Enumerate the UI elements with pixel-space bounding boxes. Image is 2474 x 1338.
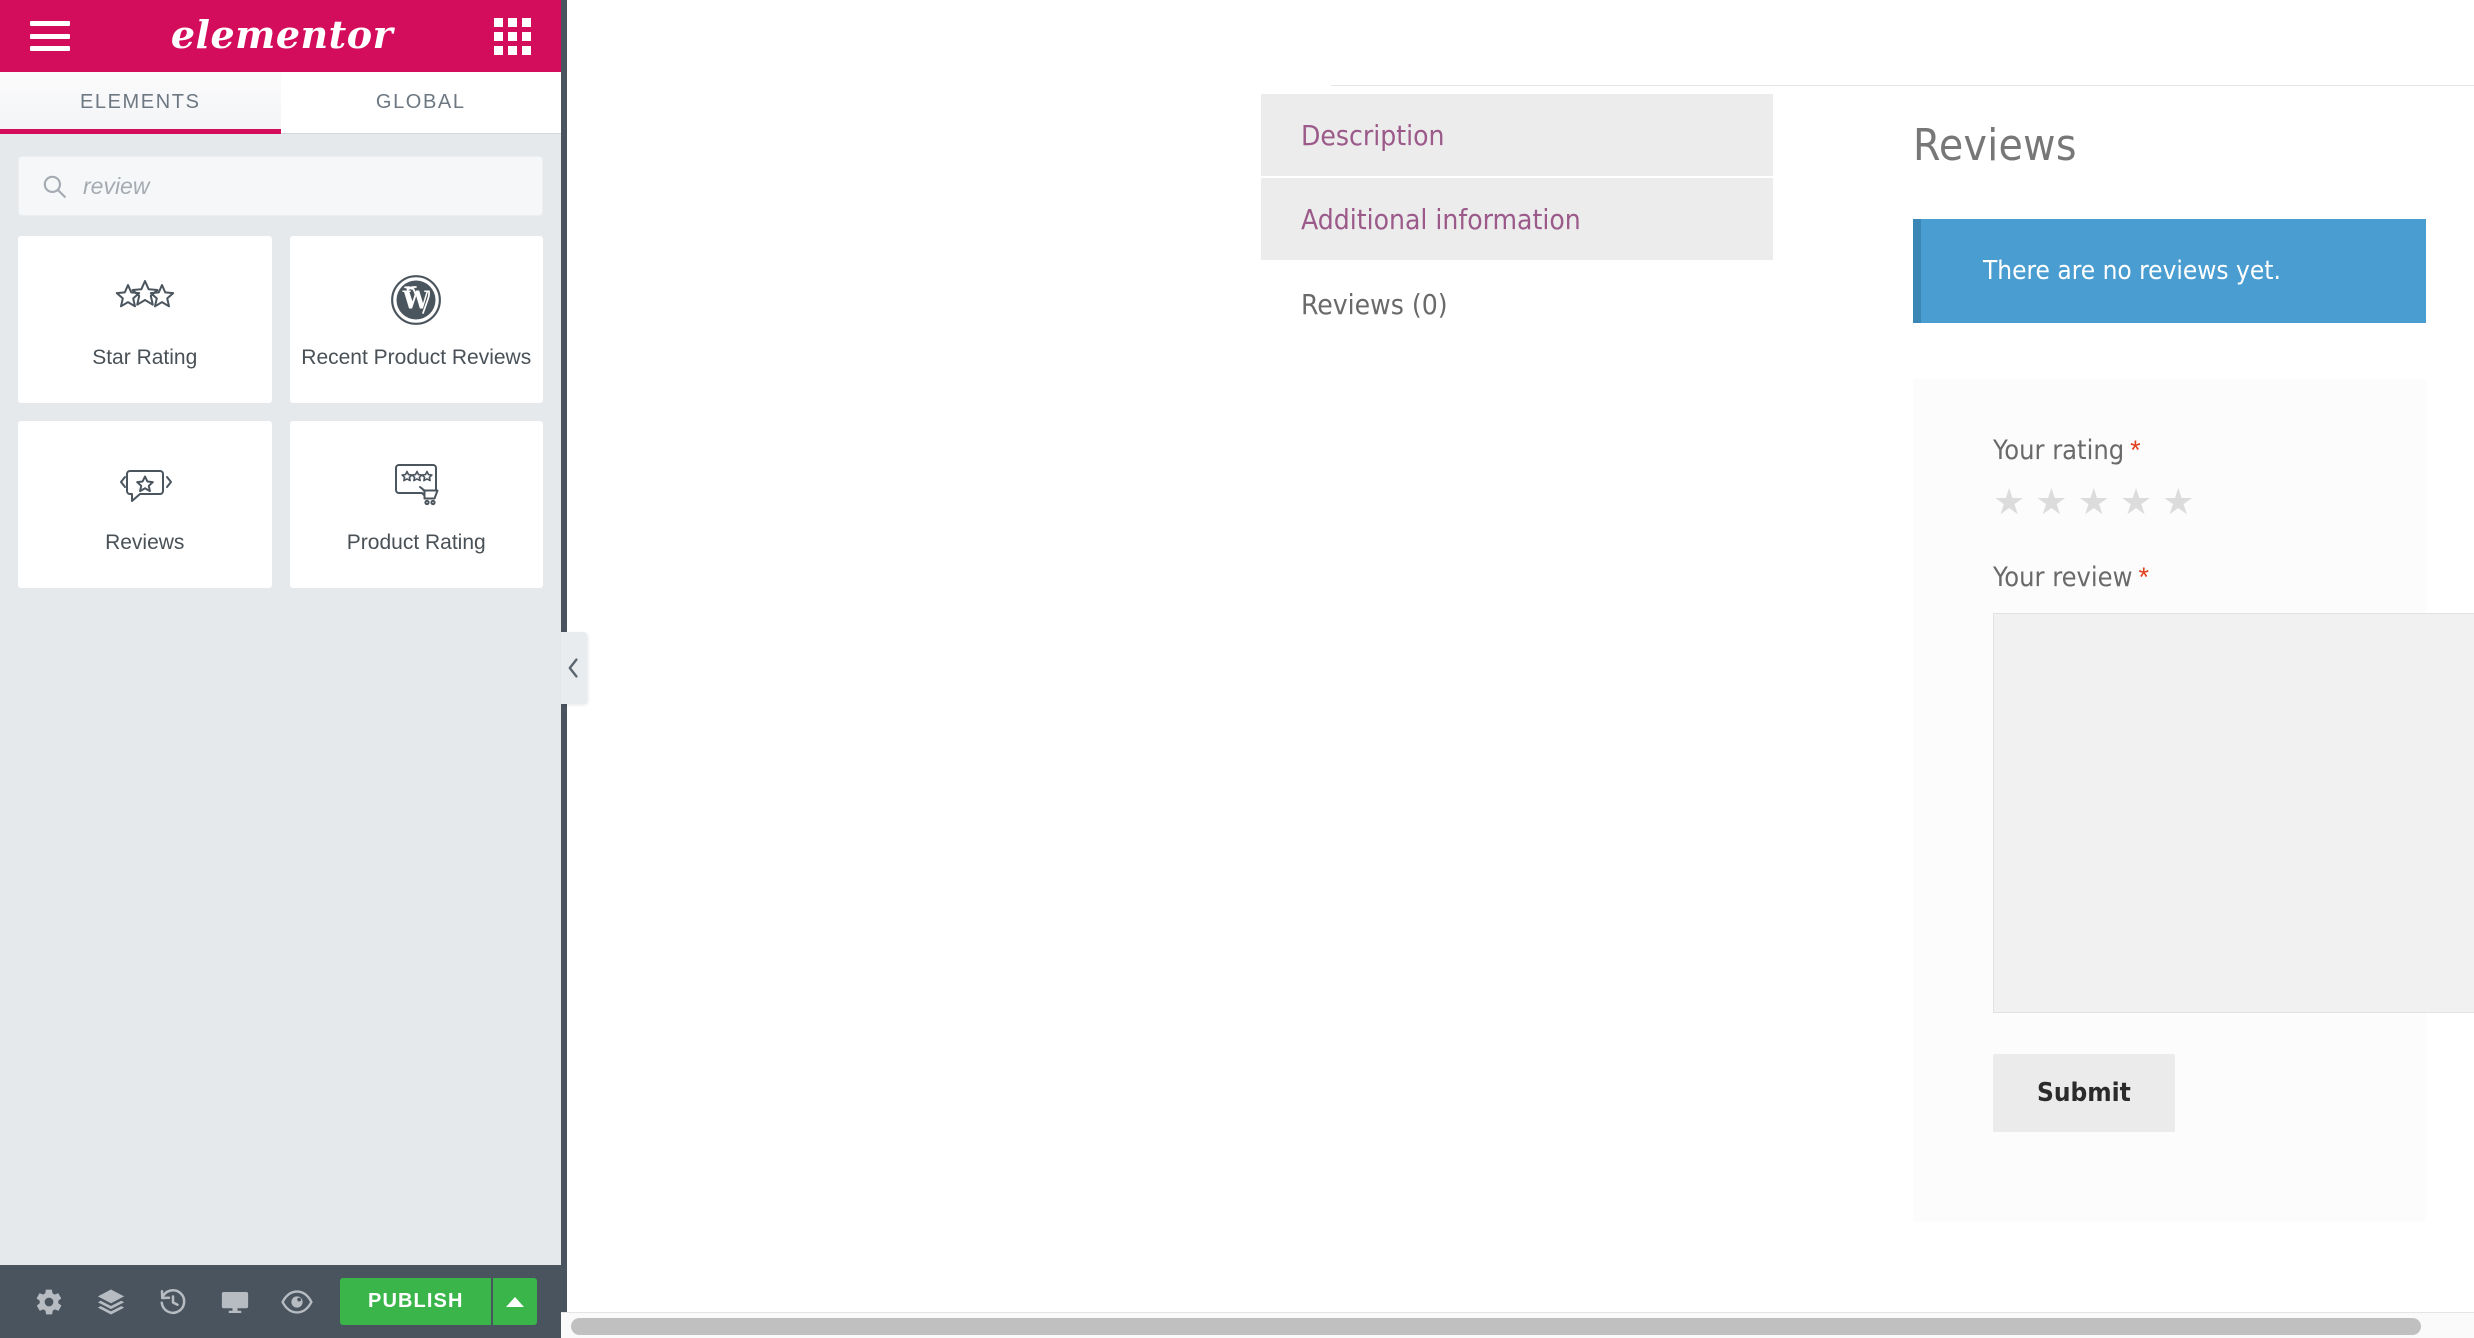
wordpress-icon: W — [390, 269, 442, 331]
review-textarea-wrap — [1993, 593, 2474, 1018]
publish-button[interactable]: PUBLISH — [340, 1278, 492, 1325]
review-form: Your rating * ★ ★ ★ ★ ★ Your review * Su… — [1913, 379, 2474, 1222]
widget-grid: Star Rating W Recent Product Reviews Rev… — [18, 236, 543, 588]
rating-star[interactable]: ★ — [2035, 484, 2067, 520]
rating-star[interactable]: ★ — [1993, 484, 2025, 520]
search-icon — [43, 175, 66, 198]
widget-label: Product Rating — [346, 530, 486, 554]
widget-product-rating[interactable]: Product Rating — [289, 421, 543, 588]
product-tabs: Description Additional information Revie… — [1261, 94, 1773, 346]
panel-tabs: ELEMENTS GLOBAL — [0, 72, 561, 134]
three-stars-icon — [114, 269, 176, 331]
widget-label: Star Rating — [92, 345, 198, 369]
publish-group: PUBLISH — [340, 1278, 538, 1325]
review-required-asterisk: * — [2138, 562, 2149, 592]
responsive-monitor-icon[interactable] — [204, 1265, 266, 1338]
widget-reviews[interactable]: Reviews — [18, 421, 272, 588]
widget-label: Recent Product Reviews — [301, 345, 532, 369]
rating-star[interactable]: ★ — [2162, 484, 2194, 520]
rating-label: Your rating — [1993, 435, 2125, 466]
elementor-logo: elementor — [170, 11, 394, 57]
horizontal-scrollbar-thumb[interactable] — [571, 1318, 2421, 1335]
speech-bubble-star-icon — [116, 454, 174, 516]
rating-star[interactable]: ★ — [2120, 484, 2152, 520]
tab-elements[interactable]: ELEMENTS — [0, 72, 281, 134]
widget-label: Reviews — [105, 530, 185, 554]
search-widget-box[interactable] — [18, 156, 543, 216]
preview-canvas: Description Additional information Revie… — [561, 0, 2474, 1338]
no-reviews-notice: There are no reviews yet. — [1913, 219, 2426, 323]
submit-button[interactable]: Submit — [1993, 1054, 2175, 1132]
product-tab-additional-information[interactable]: Additional information — [1261, 178, 1773, 262]
review-textarea[interactable] — [1993, 613, 2474, 1013]
svg-text:W: W — [402, 287, 431, 315]
panel-footer: PUBLISH — [0, 1265, 561, 1338]
editor-panel: elementor ELEMENTS GLOBAL review Star Ra… — [0, 0, 561, 1338]
panel-header: elementor — [0, 0, 561, 72]
review-field: Your review * — [1993, 562, 2474, 1018]
reviews-section: Reviews There are no reviews yet. Your r… — [1913, 120, 2474, 1222]
search-input[interactable] — [83, 172, 520, 200]
product-tab-reviews[interactable]: Reviews (0) — [1261, 262, 1773, 346]
chevron-left-icon — [568, 658, 578, 678]
panel-collapse-handle[interactable] — [561, 632, 587, 704]
grid-icon[interactable] — [493, 17, 531, 55]
review-label: Your review — [1993, 562, 2133, 593]
rating-field: Your rating * ★ ★ ★ ★ ★ — [1993, 435, 2426, 520]
product-tab-description[interactable]: Description — [1261, 94, 1773, 178]
widget-star-rating[interactable]: Star Rating — [18, 236, 272, 403]
rating-required-asterisk: * — [2130, 435, 2141, 465]
widget-recent-product-reviews[interactable]: W Recent Product Reviews — [289, 236, 543, 403]
reviews-heading: Reviews — [1913, 120, 2077, 171]
panel-body: Star Rating W Recent Product Reviews — [0, 134, 561, 1265]
horizontal-scrollbar[interactable] — [561, 1312, 2474, 1338]
hamburger-icon[interactable] — [30, 21, 70, 51]
layers-navigator-icon[interactable] — [80, 1265, 142, 1338]
rating-stars[interactable]: ★ ★ ★ ★ ★ — [1993, 484, 2426, 520]
tab-global[interactable]: GLOBAL — [280, 72, 561, 133]
settings-gear-icon[interactable] — [18, 1265, 80, 1338]
history-icon[interactable] — [142, 1265, 204, 1338]
rating-star[interactable]: ★ — [2078, 484, 2110, 520]
publish-options-caret-up-icon[interactable] — [491, 1278, 538, 1325]
product-rating-cart-icon — [387, 454, 445, 516]
content-divider — [1331, 85, 2474, 86]
elementor-editor: elementor ELEMENTS GLOBAL review Star Ra… — [0, 0, 2474, 1338]
preview-eye-icon[interactable] — [266, 1265, 328, 1338]
